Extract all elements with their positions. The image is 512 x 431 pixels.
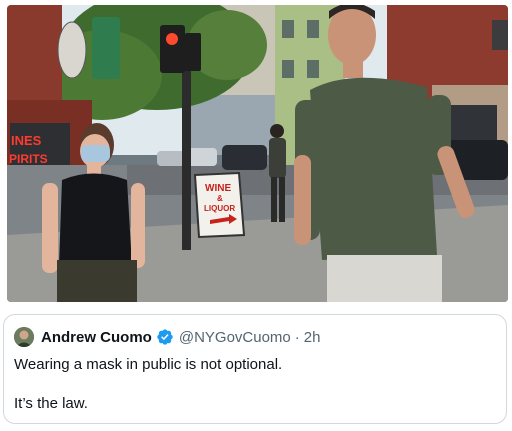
- tweet-header: Andrew Cuomo @NYGovCuomo · 2h: [14, 326, 320, 348]
- avatar[interactable]: [14, 327, 34, 347]
- storefront-neon-1: INES: [11, 133, 42, 148]
- tweet-photo[interactable]: INES PIRITS WINE & LIQUOR: [7, 5, 508, 302]
- display-name[interactable]: Andrew Cuomo: [41, 329, 152, 346]
- separator-dot: ·: [294, 328, 300, 346]
- timestamp[interactable]: 2h: [304, 329, 321, 346]
- sign-liquor: LIQUOR: [204, 204, 235, 213]
- avatar-image: [14, 327, 34, 347]
- sign-ampersand: &: [217, 194, 223, 203]
- tweet-card[interactable]: Andrew Cuomo @NYGovCuomo · 2h Wearing a …: [3, 314, 507, 424]
- sign-wine: WINE: [205, 183, 231, 194]
- quoted-tweet-screenshot: INES PIRITS WINE & LIQUOR Andrew Cuomo @…: [0, 0, 512, 431]
- storefront-neon-2: PIRITS: [9, 152, 48, 166]
- user-handle[interactable]: @NYGovCuomo: [179, 329, 291, 346]
- verified-badge-icon: [156, 328, 174, 346]
- street-scene-image: INES PIRITS WINE & LIQUOR: [7, 5, 508, 302]
- tweet-text-line-1: Wearing a mask in public is not optional…: [14, 356, 283, 373]
- tweet-text-line-2: It’s the law.: [14, 395, 88, 412]
